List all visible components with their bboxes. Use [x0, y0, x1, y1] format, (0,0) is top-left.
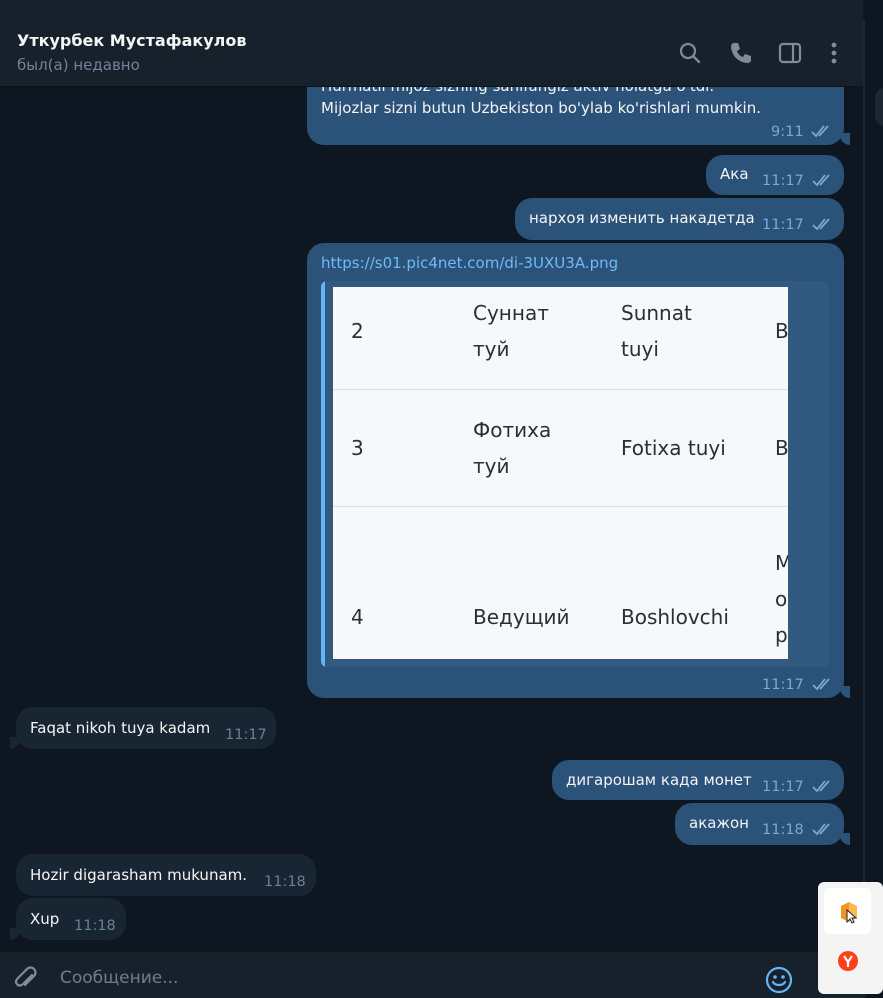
message-list[interactable]: Hurmatli mijoz sizning sahifangiz aktiv …: [0, 87, 863, 951]
table-cell: B: [775, 436, 788, 460]
yandex-icon[interactable]: [824, 938, 871, 984]
table-cell: 3: [351, 436, 364, 460]
table-cell: o: [775, 587, 788, 611]
table-cell: Фотиха: [473, 418, 552, 442]
message-time: 11:18: [264, 874, 306, 890]
message-input[interactable]: Сообщение...: [60, 968, 178, 988]
contact-status: был(а) недавно: [17, 56, 140, 74]
message-bubble-link[interactable]: https://s01.pic4net.com/di-3UXU3A.png 2 …: [307, 243, 850, 698]
message-bubble-outgoing[interactable]: акажон 11:18: [675, 803, 850, 845]
message-bubble-incoming[interactable]: Faqat nikoh tuya kadam 11:17: [10, 707, 276, 749]
search-icon[interactable]: [677, 40, 703, 66]
contact-name[interactable]: Уткурбек Мустафакулов: [17, 31, 247, 50]
more-vertical-icon[interactable]: [821, 40, 847, 66]
table-row: 3 Фотиха туй Fotixa tuyi B: [333, 390, 788, 507]
table-cell: туй: [473, 337, 510, 361]
message-time: 11:17: [762, 173, 804, 189]
table-cell: Ведущий: [473, 605, 570, 629]
table-cell: Sunnat: [621, 301, 692, 325]
link-preview[interactable]: 2 Суннат туй Sunnat tuyi B 3 Фотиха туй …: [321, 281, 829, 667]
message-bubble-outgoing[interactable]: Hurmatli mijoz sizning sahifangiz aktiv …: [307, 87, 850, 145]
phone-icon[interactable]: [728, 40, 754, 66]
read-check-icon: [812, 823, 830, 836]
table-cell: 2: [351, 319, 364, 343]
message-text: нархоя изменить накадетда: [529, 209, 755, 227]
orange-app-icon[interactable]: [824, 888, 871, 934]
message-bubble-outgoing[interactable]: Ака 11:17: [706, 155, 844, 195]
message-time: 11:18: [762, 822, 804, 838]
message-time: 11:17: [762, 779, 804, 795]
table-cell: tuyi: [621, 337, 659, 361]
table-cell: туй: [473, 454, 510, 478]
table-cell: Суннат: [473, 301, 549, 325]
emoji-icon[interactable]: [764, 965, 794, 995]
message-text: Hozir digarasham mukunam.: [30, 866, 248, 884]
message-text: Xup: [30, 910, 60, 928]
right-panel-edge: [863, 20, 883, 997]
table-cell: 4: [351, 605, 364, 629]
read-check-icon: [811, 125, 829, 138]
message-time: 11:17: [762, 677, 804, 693]
read-check-icon: [812, 780, 830, 793]
message-bubble-incoming[interactable]: Hozir digarasham mukunam. 11:18: [16, 854, 316, 896]
message-text-line: Mijozlar sizni butun Uzbekiston bo'ylab …: [321, 99, 761, 117]
message-time: 11:18: [74, 918, 116, 934]
sidebar-toggle-icon[interactable]: [777, 40, 803, 66]
preview-accent-bar: [321, 281, 325, 667]
message-time: 11:17: [762, 217, 804, 233]
table-cell: p: [775, 623, 788, 647]
read-check-icon: [812, 218, 830, 231]
message-text: Faqat nikoh tuya kadam: [30, 719, 211, 737]
table-cell: M: [775, 551, 788, 575]
message-bubble-outgoing[interactable]: нархоя изменить накадетда 11:17: [515, 198, 844, 240]
chat-header[interactable]: Уткурбек Мустафакулов был(а) недавно: [0, 20, 863, 87]
preview-image-table[interactable]: 2 Суннат туй Sunnat tuyi B 3 Фотиха туй …: [333, 287, 788, 659]
message-text: акажон: [689, 814, 749, 832]
message-bubble-outgoing[interactable]: дигарошам када монет 11:17: [552, 760, 844, 800]
table-cell: B: [775, 319, 788, 343]
table-row: 4 Ведущий Boshlovchi M o p: [333, 507, 788, 659]
message-text: Ака: [720, 165, 749, 183]
message-text: дигарошам када монет: [566, 771, 752, 789]
read-check-icon: [812, 174, 830, 187]
attach-icon[interactable]: [12, 966, 40, 994]
floating-app-panel[interactable]: [818, 882, 883, 994]
table-cell: Boshlovchi: [621, 605, 729, 629]
message-bubble-incoming[interactable]: Xup 11:18: [10, 898, 126, 940]
message-time: 11:17: [225, 727, 267, 743]
message-text-line: Hurmatli mijoz sizning sahifangiz aktiv …: [321, 87, 714, 97]
read-check-icon: [812, 678, 830, 691]
table-cell: Fotixa tuyi: [621, 436, 726, 460]
window-top-strip: [0, 0, 883, 20]
message-time: 9:11: [771, 124, 804, 140]
message-composer[interactable]: Сообщение...: [0, 951, 863, 998]
message-link[interactable]: https://s01.pic4net.com/di-3UXU3A.png: [321, 252, 618, 274]
table-row: 2 Суннат туй Sunnat tuyi B: [333, 287, 788, 390]
